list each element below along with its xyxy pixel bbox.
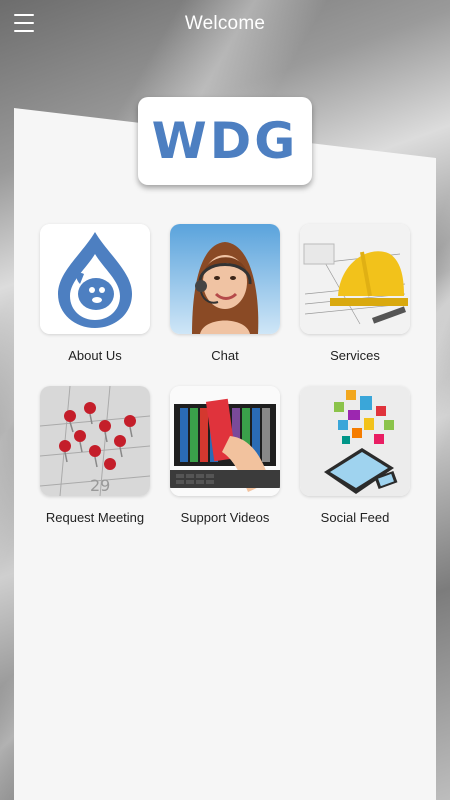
calendar-pins-icon: 29 [40, 386, 150, 496]
tile-chat[interactable]: Chat [170, 224, 280, 363]
tile-label: Support Videos [180, 510, 270, 525]
headset-agent-icon [170, 224, 280, 334]
tile-social-feed[interactable]: Social Feed [300, 386, 410, 525]
social-devices-icon [300, 386, 410, 496]
hamburger-menu-icon[interactable] [14, 14, 34, 32]
tile-support-videos[interactable]: Support Videos [170, 386, 280, 525]
brand-logo: WDG [138, 97, 312, 185]
hard-hat-icon [300, 224, 410, 334]
laptop-books-icon [170, 386, 280, 496]
water-drop-dog-icon [40, 224, 150, 334]
svg-text:29: 29 [90, 476, 110, 495]
tile-label: Request Meeting [45, 510, 145, 525]
logo-text: WDG [151, 112, 299, 170]
tile-label: Social Feed [320, 510, 390, 525]
tile-services[interactable]: Services [300, 224, 410, 363]
tile-about-us[interactable]: About Us [40, 224, 150, 363]
tile-request-meeting[interactable]: 29 Request Meeting [40, 386, 150, 525]
page-title: Welcome [184, 13, 266, 34]
tile-label: Chat [211, 348, 239, 363]
top-bar: Welcome [0, 0, 450, 48]
tile-label: Services [330, 348, 380, 363]
tile-label: About Us [68, 348, 122, 363]
